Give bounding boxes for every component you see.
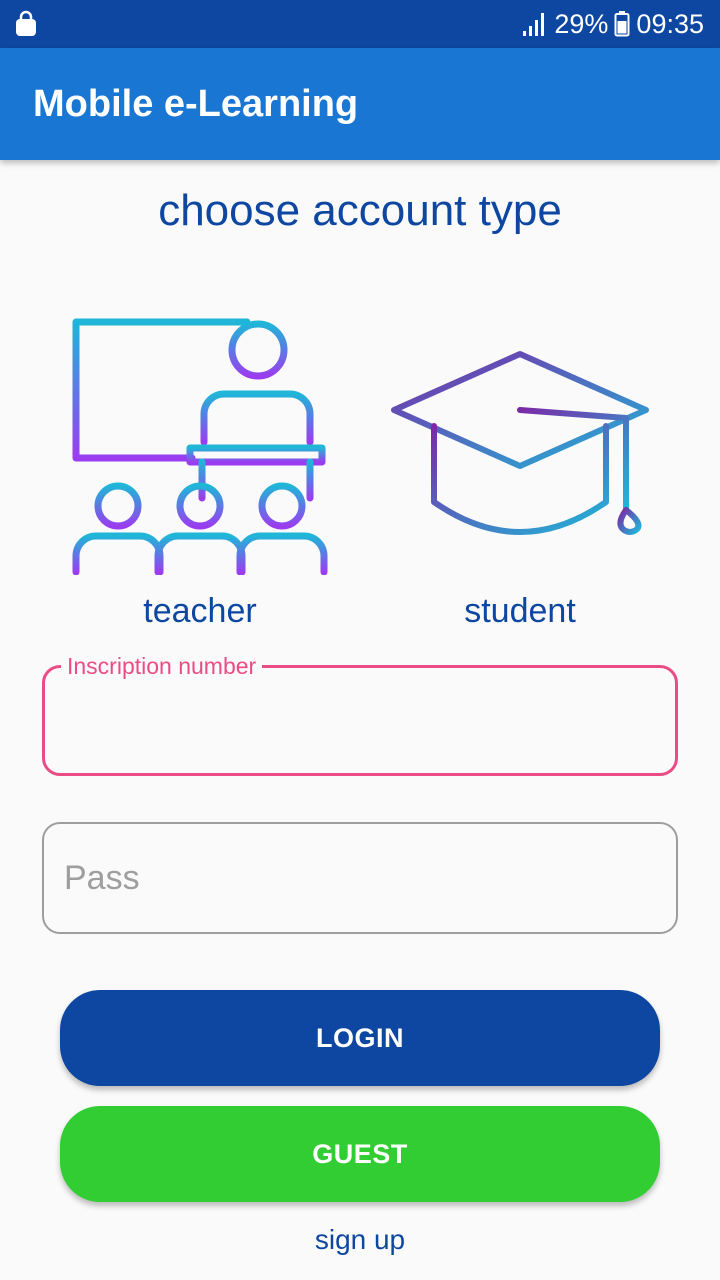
status-indicators: 29% 09:35	[522, 0, 704, 48]
app-title: Mobile e-Learning	[33, 83, 359, 125]
graduation-cap-icon	[391, 351, 649, 535]
status-time: 09:35	[636, 8, 704, 39]
guest-button[interactable]: GUEST	[60, 1106, 660, 1202]
status-bar: 29% 09:35	[0, 0, 720, 48]
password-field[interactable]	[42, 822, 678, 934]
teacher-classroom-icon	[72, 318, 328, 575]
login-button[interactable]: LOGIN	[60, 990, 660, 1086]
inscription-number-input[interactable]	[65, 668, 655, 773]
app-bar: Mobile e-Learning	[0, 48, 720, 160]
signal-icon	[523, 13, 545, 36]
page-heading: choose account type	[158, 186, 562, 235]
shopping-bag-icon	[16, 10, 36, 36]
sign-up-link[interactable]: sign up	[0, 1224, 720, 1256]
student-label: student	[464, 592, 576, 630]
teacher-label: teacher	[143, 592, 257, 630]
battery-icon	[614, 11, 630, 37]
teacher-option[interactable]	[72, 318, 328, 575]
inscription-number-field[interactable]: Inscription number	[42, 651, 678, 776]
password-input[interactable]	[64, 824, 654, 932]
battery-percent: 29%	[554, 8, 609, 39]
student-option[interactable]	[390, 350, 652, 540]
